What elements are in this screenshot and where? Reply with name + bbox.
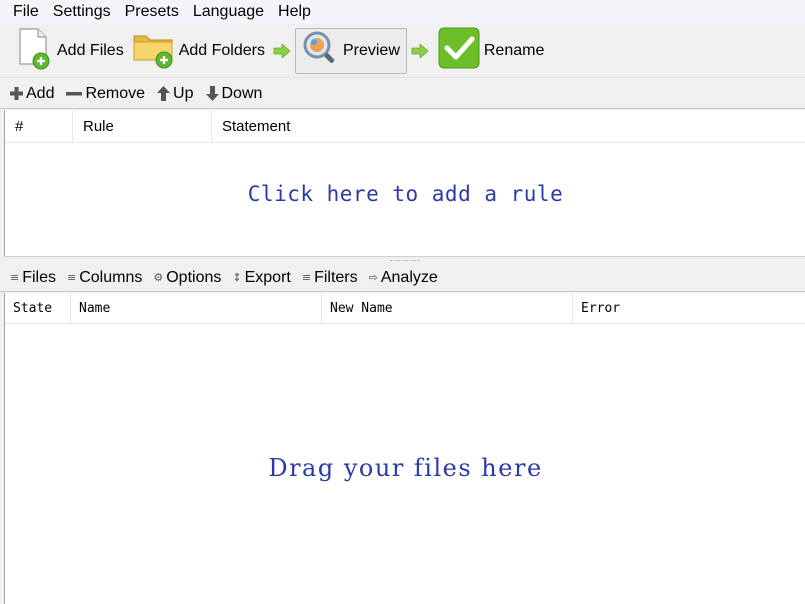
move-down-label: Down: [221, 84, 263, 102]
column-header-name[interactable]: Name: [71, 292, 322, 324]
preview-button[interactable]: Preview: [294, 27, 407, 74]
arrow-down-icon: [205, 86, 219, 101]
arrow-right-icon: [271, 43, 293, 58]
filters-icon: ≡: [301, 271, 312, 284]
menu-presets[interactable]: Presets: [118, 0, 186, 24]
options-menu-button[interactable]: ⚙ Options: [153, 269, 221, 287]
options-icon: ⚙: [153, 271, 164, 284]
add-folders-button[interactable]: Add Folders: [128, 28, 269, 74]
column-header-statement[interactable]: Statement: [212, 110, 805, 143]
column-header-number[interactable]: #: [5, 109, 73, 143]
rename-button[interactable]: Rename: [433, 26, 548, 75]
columns-menu-label: Columns: [79, 268, 143, 286]
columns-menu-button[interactable]: ≡ Columns: [67, 269, 142, 287]
add-rule-button[interactable]: Add: [10, 85, 54, 103]
arrow-right-icon: [409, 43, 431, 58]
magnifier-icon: [300, 28, 340, 73]
column-header-rule[interactable]: Rule: [73, 109, 212, 143]
rename-label: Rename: [483, 41, 545, 59]
files-menu-button[interactable]: ≡ Files: [10, 269, 56, 287]
column-header-error[interactable]: Error: [573, 293, 805, 324]
analyze-icon: ⇨: [368, 271, 378, 284]
column-header-state[interactable]: State: [5, 292, 71, 324]
move-up-button[interactable]: Up: [157, 84, 194, 103]
files-table[interactable]: State Name New Name Error Drag your file…: [4, 292, 805, 604]
files-menu-label: Files: [22, 268, 56, 286]
checkmark-icon: [437, 26, 481, 75]
arrow-up-icon: [157, 86, 171, 101]
files-table-header: State Name New Name Error: [5, 292, 805, 324]
menu-bar: File Settings Presets Language Help: [0, 0, 805, 24]
export-menu-label: Export: [244, 268, 291, 286]
add-folder-icon: [132, 26, 176, 75]
preview-label: Preview: [342, 41, 400, 59]
columns-icon: ≡: [67, 271, 77, 284]
add-rule-hint[interactable]: Click here to add a rule: [5, 182, 805, 206]
menu-help[interactable]: Help: [271, 0, 318, 24]
filters-menu-button[interactable]: ≡ Filters: [302, 269, 358, 287]
analyze-menu-button[interactable]: ⇨ Analyze: [369, 269, 438, 287]
plus-icon: [10, 87, 23, 100]
pane-splitter[interactable]: [4, 256, 805, 264]
move-up-label: Up: [173, 84, 194, 102]
files-toolbar: ≡ Files ≡ Columns ⚙ Options ↕ Export ≡ F…: [0, 264, 805, 292]
main-toolbar: Add Files Add Folders Preview Rename: [0, 24, 805, 78]
column-header-new-name[interactable]: New Name: [322, 292, 573, 324]
remove-rule-button[interactable]: Remove: [66, 85, 145, 103]
remove-rule-label: Remove: [85, 84, 146, 102]
options-menu-label: Options: [166, 268, 222, 286]
add-rule-label: Add: [26, 84, 55, 102]
rules-table-header: # Rule Statement: [5, 109, 805, 143]
add-files-button[interactable]: Add Files: [10, 28, 128, 74]
rules-table[interactable]: # Rule Statement Click here to add a rul…: [4, 109, 805, 256]
menu-language[interactable]: Language: [186, 0, 271, 24]
minus-icon: [66, 92, 83, 96]
menu-settings[interactable]: Settings: [46, 0, 118, 24]
export-menu-button[interactable]: ↕ Export: [232, 269, 290, 287]
export-icon: ↕: [232, 271, 242, 284]
move-down-button[interactable]: Down: [205, 84, 263, 103]
add-file-icon: [14, 26, 54, 75]
filters-menu-label: Filters: [314, 268, 358, 286]
add-folders-label: Add Folders: [178, 41, 265, 59]
drag-files-hint: Drag your files here: [268, 454, 543, 482]
files-icon: ≡: [10, 271, 20, 284]
rules-toolbar: Add Remove Up Down: [0, 79, 805, 109]
splitter-grip: [389, 259, 420, 262]
menu-file[interactable]: File: [6, 0, 46, 24]
add-files-label: Add Files: [57, 41, 124, 59]
analyze-menu-label: Analyze: [380, 268, 438, 286]
